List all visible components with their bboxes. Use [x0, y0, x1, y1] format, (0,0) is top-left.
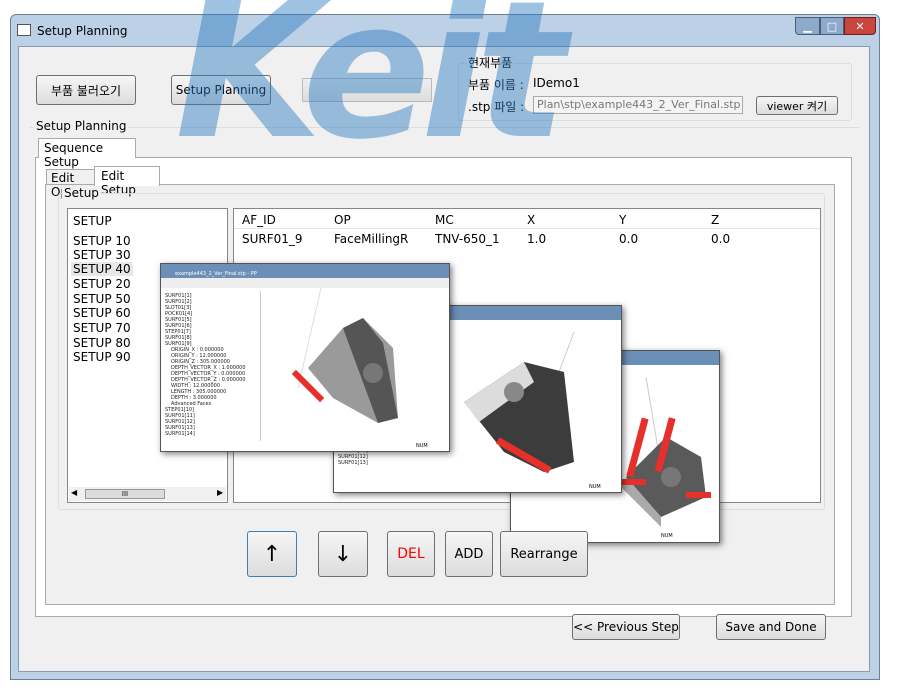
window-title: Setup Planning — [37, 24, 128, 38]
table-header: AF_ID OP MC X Y Z — [234, 209, 820, 229]
move-down-button[interactable]: ↓ — [318, 531, 368, 577]
maximize-button[interactable]: □ — [820, 17, 844, 35]
part-3d-model — [291, 288, 398, 423]
viewer-status: NUM — [661, 533, 673, 539]
divider — [30, 127, 860, 128]
app-icon — [17, 24, 31, 36]
list-item[interactable]: SETUP 80 — [73, 336, 131, 350]
list-item[interactable]: SETUP 60 — [73, 306, 131, 320]
col-op[interactable]: OP — [334, 213, 351, 227]
list-item[interactable]: SETUP 50 — [73, 292, 131, 306]
save-and-done-button[interactable]: Save and Done — [716, 614, 826, 640]
col-z[interactable]: Z — [711, 213, 719, 227]
title-bar: Setup Planning ▁ □ ✕ — [11, 15, 879, 47]
viewer-status: NUM — [589, 484, 601, 490]
cell-z: 0.0 — [711, 232, 731, 246]
part-3d-model — [464, 331, 575, 474]
list-item-selected[interactable]: SETUP 40 — [71, 262, 133, 276]
minimize-button[interactable]: ▁ — [795, 17, 820, 35]
table-row[interactable]: SURF01_9 FaceMillingR TNV-650_1 1.0 0.0 … — [234, 231, 820, 247]
previous-step-button[interactable]: << Previous Step — [572, 614, 680, 640]
viewer-screenshot-1: example443_2_Ver_Final.stp - PP SURF01[1… — [160, 263, 450, 452]
delete-button[interactable]: DEL — [387, 531, 435, 577]
cell-mc: TNV-650_1 — [435, 232, 500, 246]
stp-file-field[interactable]: Plan\stp\example443_2_Ver_Final.stp — [533, 96, 743, 114]
cell-y: 0.0 — [619, 232, 639, 246]
setup-planning-button[interactable]: Setup Planning — [171, 75, 271, 105]
move-up-button[interactable]: ↑ — [247, 531, 297, 577]
tab-edit-op[interactable]: Edit Op — [46, 169, 96, 199]
list-item[interactable]: SETUP 20 — [73, 277, 131, 291]
list-item[interactable]: SETUP 30 — [73, 248, 131, 262]
col-af-id[interactable]: AF_ID — [242, 213, 276, 227]
cell-op: FaceMillingR — [334, 232, 409, 246]
part-name-label: 부품 이름 : — [468, 78, 524, 92]
tab-edit-setup[interactable]: Edit Setup — [94, 166, 160, 197]
part-name-value: IDemo1 — [533, 76, 580, 90]
viewer-on-button[interactable]: viewer 켜기 — [756, 96, 838, 115]
viewer-tree: SURF01[1] SURF01[2] SLOT01[3] POCK01[4] SURF… — [161, 291, 261, 441]
list-item[interactable]: SETUP 70 — [73, 321, 131, 335]
viewer-title-bar: example443_2_Ver_Final.stp - PP — [161, 264, 449, 278]
col-y[interactable]: Y — [619, 213, 626, 227]
add-button[interactable]: ADD — [445, 531, 493, 577]
viewer-status: NUM — [416, 443, 428, 449]
part-3d-model — [621, 376, 711, 527]
horizontal-scrollbar[interactable]: ◀ III ▶ — [69, 487, 226, 501]
load-part-button[interactable]: 부품 불러오기 — [36, 75, 136, 105]
cell-af-id: SURF01_9 — [242, 232, 303, 246]
list-item[interactable]: SETUP 10 — [73, 234, 131, 248]
list-item[interactable]: SETUP 90 — [73, 350, 131, 364]
tab-sequence-setup[interactable]: Sequence Setup — [38, 138, 136, 169]
progress-bar — [302, 78, 432, 102]
setup-list-header: SETUP — [73, 214, 112, 228]
col-x[interactable]: X — [527, 213, 535, 227]
viewer-toolbar — [161, 278, 449, 288]
stp-file-label: .stp 파일 : — [468, 100, 525, 114]
scroll-thumb[interactable]: III — [85, 489, 165, 499]
setup-group-label: Setup — [62, 186, 101, 200]
rearrange-button[interactable]: Rearrange — [500, 531, 588, 577]
scroll-right-icon[interactable]: ▶ — [217, 488, 223, 497]
close-button[interactable]: ✕ — [844, 17, 876, 35]
scroll-left-icon[interactable]: ◀ — [71, 488, 77, 497]
cell-x: 1.0 — [527, 232, 547, 246]
current-part-label: 현재부품 — [466, 54, 515, 71]
col-mc[interactable]: MC — [435, 213, 454, 227]
setup-planning-label: Setup Planning — [34, 119, 129, 133]
